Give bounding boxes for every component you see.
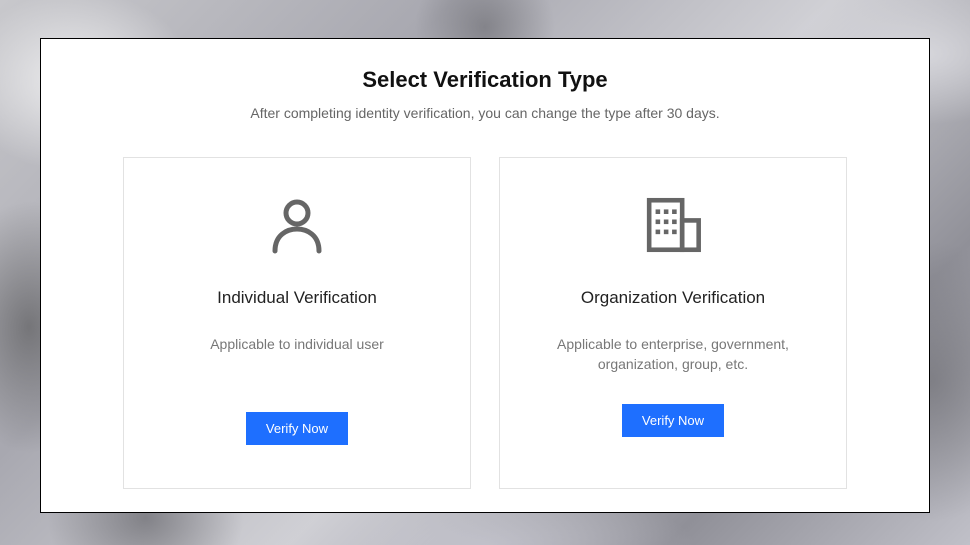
organization-card-description: Applicable to enterprise, government, or…: [518, 334, 828, 376]
organization-card-title: Organization Verification: [581, 288, 765, 308]
individual-card-title: Individual Verification: [217, 288, 377, 308]
organization-verification-card[interactable]: Organization Verification Applicable to …: [499, 157, 847, 489]
individual-verify-button[interactable]: Verify Now: [246, 412, 348, 445]
cards-container: Individual Verification Applicable to in…: [41, 157, 929, 489]
individual-verification-card[interactable]: Individual Verification Applicable to in…: [123, 157, 471, 489]
verification-panel: Select Verification Type After completin…: [40, 38, 930, 513]
page-title: Select Verification Type: [41, 67, 929, 93]
building-icon: [640, 192, 706, 258]
page-subtitle: After completing identity verification, …: [41, 105, 929, 121]
individual-card-description: Applicable to individual user: [198, 334, 396, 376]
organization-verify-button[interactable]: Verify Now: [622, 404, 724, 437]
person-icon: [264, 192, 330, 258]
